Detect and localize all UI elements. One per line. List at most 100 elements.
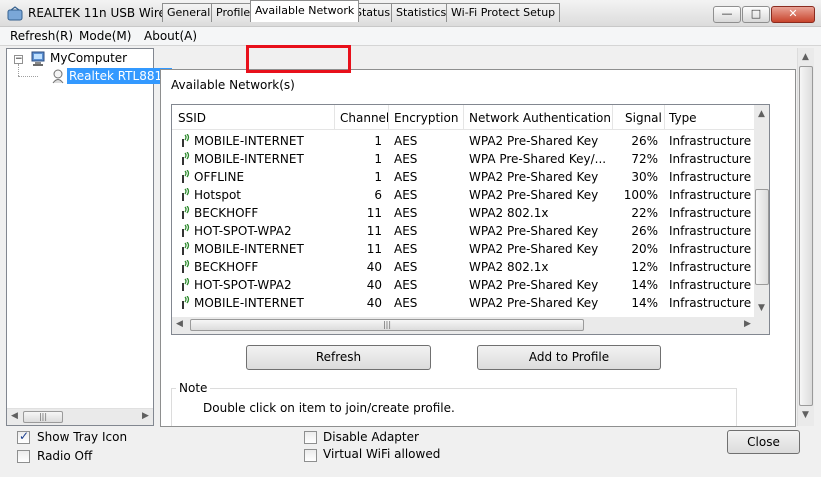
- col-channel[interactable]: Channel: [340, 111, 389, 125]
- col-ssid[interactable]: SSID: [178, 111, 206, 125]
- list-hscroll-thumb[interactable]: |||: [190, 319, 584, 331]
- checkmark-icon: ✓: [19, 429, 30, 443]
- table-row[interactable]: HOT-SPOT-WPA2 11 AES WPA2 Pre-Shared Key 26%…: [172, 222, 754, 240]
- note-text: Double click on item to join/create prof…: [203, 401, 455, 415]
- col-network-authentication[interactable]: Network Authentication: [469, 111, 611, 125]
- table-row[interactable]: OFFLINE 1 AES WPA2 Pre-Shared Key 30% Infrast…: [172, 168, 754, 186]
- tab-statistics[interactable]: Statistics: [391, 3, 452, 22]
- list-vscrollbar[interactable]: ▲ ▼: [754, 105, 769, 317]
- cell-signal: 26%: [631, 224, 658, 238]
- scroll-right-icon[interactable]: ▶: [744, 319, 751, 329]
- tab-available-network[interactable]: Available Network: [250, 0, 360, 22]
- menu-mode[interactable]: Mode(M): [79, 29, 131, 43]
- menu-refresh[interactable]: Refresh(R): [10, 29, 73, 43]
- tab-general[interactable]: General: [162, 3, 216, 22]
- list-vscroll-thumb[interactable]: [755, 189, 769, 285]
- scroll-down-icon[interactable]: ▼: [758, 303, 765, 313]
- cell-channel: 11: [366, 224, 382, 238]
- scroll-down-icon[interactable]: ▼: [802, 410, 809, 420]
- signal-strength-icon: [182, 260, 190, 273]
- tree-node-mycomputer[interactable]: MyComputer: [50, 51, 127, 65]
- scroll-up-icon[interactable]: ▲: [758, 109, 765, 119]
- close-window-button[interactable]: ✕: [771, 6, 815, 23]
- cell-type: Infrastructure: [669, 260, 752, 274]
- cell-type: Infrastructure: [669, 278, 752, 292]
- list-hscrollbar[interactable]: ◀ ||| ▶: [172, 317, 769, 334]
- signal-strength-icon: [182, 134, 190, 147]
- tree-collapse-toggle[interactable]: −: [14, 55, 23, 64]
- virtual-wifi-label: Virtual WiFi allowed: [323, 447, 441, 461]
- active-tab-highlight: [246, 45, 351, 73]
- disable-adapter-checkbox[interactable]: [304, 431, 317, 444]
- table-row[interactable]: MOBILE-INTERNET 11 AES WPA2 Pre-Shared Key 2…: [172, 240, 754, 258]
- tree-hscroll-thumb[interactable]: |||: [23, 411, 63, 423]
- wireless-app-icon: [7, 6, 23, 21]
- cell-ssid: MOBILE-INTERNET: [194, 242, 304, 256]
- table-row[interactable]: MOBILE-INTERNET 1 AES WPA Pre-Shared Key/..…: [172, 150, 754, 168]
- cell-encryption: AES: [394, 188, 418, 202]
- tree-node-adapter[interactable]: Realtek RTL8811: [67, 68, 172, 84]
- table-row[interactable]: Hotspot 6 AES WPA2 Pre-Shared Key 100% Infras…: [172, 186, 754, 204]
- cell-signal: 20%: [631, 242, 658, 256]
- panel-vscroll-thumb[interactable]: [799, 66, 813, 406]
- cell-channel: 11: [366, 242, 382, 256]
- cell-ssid: OFFLINE: [194, 170, 245, 184]
- col-encryption[interactable]: Encryption: [394, 111, 458, 125]
- signal-strength-icon: [182, 224, 190, 237]
- cell-signal: 14%: [631, 278, 658, 292]
- panel-vscrollbar[interactable]: ▲ ▼: [797, 48, 814, 426]
- cell-encryption: AES: [394, 278, 418, 292]
- signal-strength-icon: [182, 296, 190, 309]
- cell-encryption: AES: [394, 242, 418, 256]
- menu-about[interactable]: About(A): [144, 29, 197, 43]
- cell-channel: 40: [366, 296, 382, 310]
- scroll-left-icon[interactable]: ◀: [11, 411, 18, 421]
- tree-hscrollbar[interactable]: ◀ ||| ▶: [7, 408, 153, 425]
- menu-bar: Refresh(R) Mode(M) About(A): [0, 27, 821, 46]
- col-signal[interactable]: Signal: [625, 111, 662, 125]
- device-tree: − MyComputer Realtek RTL8811 ◀ ||| ▶: [6, 48, 172, 426]
- table-row[interactable]: BECKHOFF 40 AES WPA2 802.1x 12% Infrastructur…: [172, 258, 754, 276]
- computer-icon: [31, 51, 45, 66]
- signal-strength-icon: [182, 152, 190, 165]
- table-row[interactable]: HOT-SPOT-WPA2 40 AES WPA2 Pre-Shared Key 14%…: [172, 276, 754, 294]
- cell-encryption: AES: [394, 152, 418, 166]
- virtual-wifi-checkbox[interactable]: [304, 449, 317, 462]
- cell-auth: WPA2 Pre-Shared Key: [469, 188, 599, 202]
- cell-type: Infrastructure: [669, 242, 752, 256]
- cell-type: Infrastructure: [669, 296, 752, 310]
- cell-ssid: HOT-SPOT-WPA2: [194, 224, 292, 238]
- radio-off-checkbox[interactable]: [17, 450, 30, 463]
- tab-profile[interactable]: Profile: [211, 3, 256, 22]
- cell-channel: 6: [374, 188, 382, 202]
- add-to-profile-button[interactable]: Add to Profile: [477, 345, 661, 370]
- cell-type: Infrastructure: [669, 170, 752, 184]
- cell-auth: WPA2 Pre-Shared Key: [469, 278, 599, 292]
- table-row[interactable]: MOBILE-INTERNET 1 AES WPA2 Pre-Shared Key 26…: [172, 132, 754, 150]
- signal-strength-icon: [182, 242, 190, 255]
- radio-off-label: Radio Off: [37, 449, 93, 463]
- network-adapter-icon: [52, 69, 64, 84]
- col-type[interactable]: Type: [669, 111, 697, 125]
- scroll-up-icon[interactable]: ▲: [802, 52, 809, 62]
- minimize-button[interactable]: —: [713, 6, 741, 23]
- cell-type: Infrastructure: [669, 206, 752, 220]
- tab-wifi-protect-setup[interactable]: Wi-Fi Protect Setup: [446, 3, 561, 22]
- cell-ssid: BECKHOFF: [194, 260, 259, 274]
- cell-signal: 26%: [631, 134, 658, 148]
- maximize-button[interactable]: □: [742, 6, 770, 23]
- cell-ssid: Hotspot: [194, 188, 241, 202]
- close-button[interactable]: Close: [727, 430, 800, 454]
- cell-encryption: AES: [394, 170, 418, 184]
- refresh-button[interactable]: Refresh: [246, 345, 431, 370]
- table-row[interactable]: BECKHOFF 11 AES WPA2 802.1x 22% Infrastructur…: [172, 204, 754, 222]
- show-tray-icon-checkbox[interactable]: ✓: [17, 429, 30, 444]
- network-list[interactable]: SSID Channel Encryption Network Authenti…: [171, 104, 770, 335]
- scroll-left-icon[interactable]: ◀: [176, 319, 183, 329]
- table-row[interactable]: MOBILE-INTERNET 40 AES WPA2 Pre-Shared Key 1…: [172, 294, 754, 312]
- cell-auth: WPA2 802.1x: [469, 260, 549, 274]
- scroll-right-icon[interactable]: ▶: [142, 411, 149, 421]
- cell-encryption: AES: [394, 296, 418, 310]
- signal-strength-icon: [182, 206, 190, 219]
- cell-ssid: MOBILE-INTERNET: [194, 134, 304, 148]
